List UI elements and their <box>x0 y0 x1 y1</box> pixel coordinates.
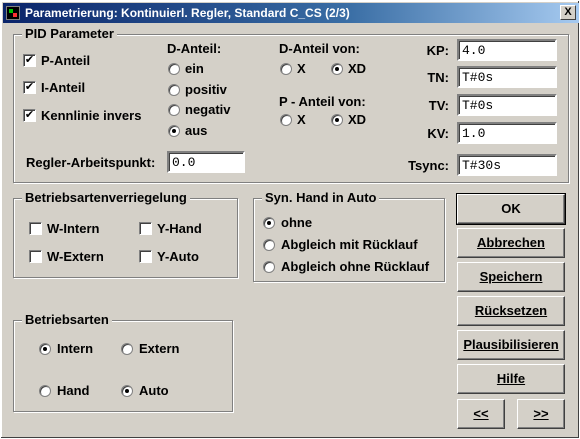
syn-hand-legend: Syn. Hand in Auto <box>262 190 380 205</box>
hilfe-button-label: Hilfe <box>496 371 526 386</box>
app-icon <box>6 6 20 20</box>
tsync-input[interactable]: T#30s <box>457 154 557 176</box>
p-anteil-von-heading: P - Anteil von: <box>279 94 366 109</box>
previous-page-button[interactable]: << <box>457 399 505 429</box>
w-extern-label: W-Extern <box>47 249 104 264</box>
y-auto-checkbox[interactable] <box>139 250 152 263</box>
d-anteil-von-x-radio[interactable] <box>280 63 292 75</box>
title-bar[interactable]: Parametrierung: Kontinuierl. Regler, Sta… <box>3 3 579 23</box>
betriebsarten-legend: Betriebsarten <box>22 312 112 327</box>
next-page-button[interactable]: >> <box>517 399 565 429</box>
syn-hand-mit-ruecklauf-radio[interactable] <box>263 239 275 251</box>
abbrechen-button[interactable]: Abbrechen <box>457 228 565 258</box>
arbeitspunkt-input[interactable]: 0.0 <box>167 151 245 173</box>
intern-label: Intern <box>57 341 94 356</box>
window-title: Parametrierung: Kontinuierl. Regler, Sta… <box>25 6 350 20</box>
ruecksetzen-button[interactable]: Rücksetzen <box>457 296 565 326</box>
d-anteil-von-xd-label: XD <box>348 61 367 76</box>
p-anteil-von-x-radio[interactable] <box>280 114 292 126</box>
betriebsarten-group: Betriebsarten <box>13 312 233 412</box>
syn-hand-ohne-ruecklauf-radio[interactable] <box>263 261 275 273</box>
close-button[interactable]: X <box>560 5 576 20</box>
y-auto-label: Y-Auto <box>157 249 199 264</box>
verriegelung-group: Betriebsartenverriegelung <box>13 190 238 278</box>
w-intern-label: W-Intern <box>47 221 100 236</box>
syn-hand-ohne-radio[interactable] <box>263 217 275 229</box>
arbeitspunkt-label: Regler-Arbeitspunkt: <box>26 155 156 170</box>
hilfe-button[interactable]: Hilfe <box>457 364 565 394</box>
tv-input[interactable]: T#0s <box>457 94 557 116</box>
d-anteil-negativ-label: negativ <box>185 102 231 117</box>
syn-hand-ohne-label: ohne <box>281 215 313 230</box>
d-anteil-von-heading: D-Anteil von: <box>279 41 360 56</box>
extern-label: Extern <box>139 341 180 356</box>
p-anteil-checkbox[interactable]: ✔ <box>23 54 36 67</box>
w-intern-checkbox[interactable] <box>29 222 42 235</box>
d-anteil-heading: D-Anteil: <box>167 41 222 56</box>
d-anteil-von-x-label: X <box>297 61 306 76</box>
abbrechen-button-label: Abbrechen <box>477 235 545 250</box>
tn-input[interactable]: T#0s <box>457 66 557 88</box>
p-anteil-von-x-label: X <box>297 112 306 127</box>
dialog-window: Parametrierung: Kontinuierl. Regler, Sta… <box>0 0 580 439</box>
extern-radio[interactable] <box>121 343 133 355</box>
p-anteil-von-xd-radio[interactable] <box>331 114 343 126</box>
kp-label: KP: <box>426 43 449 58</box>
syn-hand-mit-ruecklauf-label: Abgleich mit Rücklauf <box>281 237 418 252</box>
speichern-button-label: Speichern <box>479 269 543 284</box>
y-hand-label: Y-Hand <box>157 221 202 236</box>
kennlinie-invers-label: Kennlinie invers <box>41 108 142 123</box>
ok-button[interactable]: OK <box>456 193 566 225</box>
d-anteil-aus-radio[interactable] <box>168 125 180 137</box>
i-anteil-checkbox[interactable]: ✔ <box>23 81 36 94</box>
auto-label: Auto <box>139 383 169 398</box>
hand-radio[interactable] <box>39 385 51 397</box>
tn-label: TN: <box>427 70 449 85</box>
plausibilisieren-button-label: Plausibilisieren <box>463 337 559 352</box>
d-anteil-negativ-radio[interactable] <box>168 104 180 116</box>
y-hand-checkbox[interactable] <box>139 222 152 235</box>
pid-parameter-legend: PID Parameter <box>22 26 117 41</box>
d-anteil-positiv-radio[interactable] <box>168 84 180 96</box>
syn-hand-ohne-ruecklauf-label: Abgleich ohne Rücklauf <box>281 259 430 274</box>
d-anteil-aus-label: aus <box>185 123 208 138</box>
kv-label: KV: <box>427 126 449 141</box>
next-page-button-label: >> <box>533 406 549 421</box>
d-anteil-ein-radio[interactable] <box>168 63 180 75</box>
previous-page-button-label: << <box>473 406 489 421</box>
verriegelung-legend: Betriebsartenverriegelung <box>22 190 190 205</box>
tsync-label: Tsync: <box>408 158 449 173</box>
p-anteil-von-xd-label: XD <box>348 112 367 127</box>
intern-radio[interactable] <box>39 343 51 355</box>
d-anteil-von-xd-radio[interactable] <box>331 63 343 75</box>
kp-input[interactable]: 4.0 <box>457 39 557 61</box>
kv-input[interactable]: 1.0 <box>457 122 557 144</box>
auto-radio[interactable] <box>121 385 133 397</box>
d-anteil-ein-label: ein <box>185 61 204 76</box>
i-anteil-label: I-Anteil <box>41 80 86 95</box>
w-extern-checkbox[interactable] <box>29 250 42 263</box>
tv-label: TV: <box>428 98 449 113</box>
speichern-button[interactable]: Speichern <box>457 262 565 292</box>
ruecksetzen-button-label: Rücksetzen <box>474 303 548 318</box>
plausibilisieren-button[interactable]: Plausibilisieren <box>457 330 565 360</box>
kennlinie-invers-checkbox[interactable]: ✔ <box>23 109 36 122</box>
p-anteil-label: P-Anteil <box>41 53 91 68</box>
hand-label: Hand <box>57 383 90 398</box>
d-anteil-positiv-label: positiv <box>185 82 227 97</box>
